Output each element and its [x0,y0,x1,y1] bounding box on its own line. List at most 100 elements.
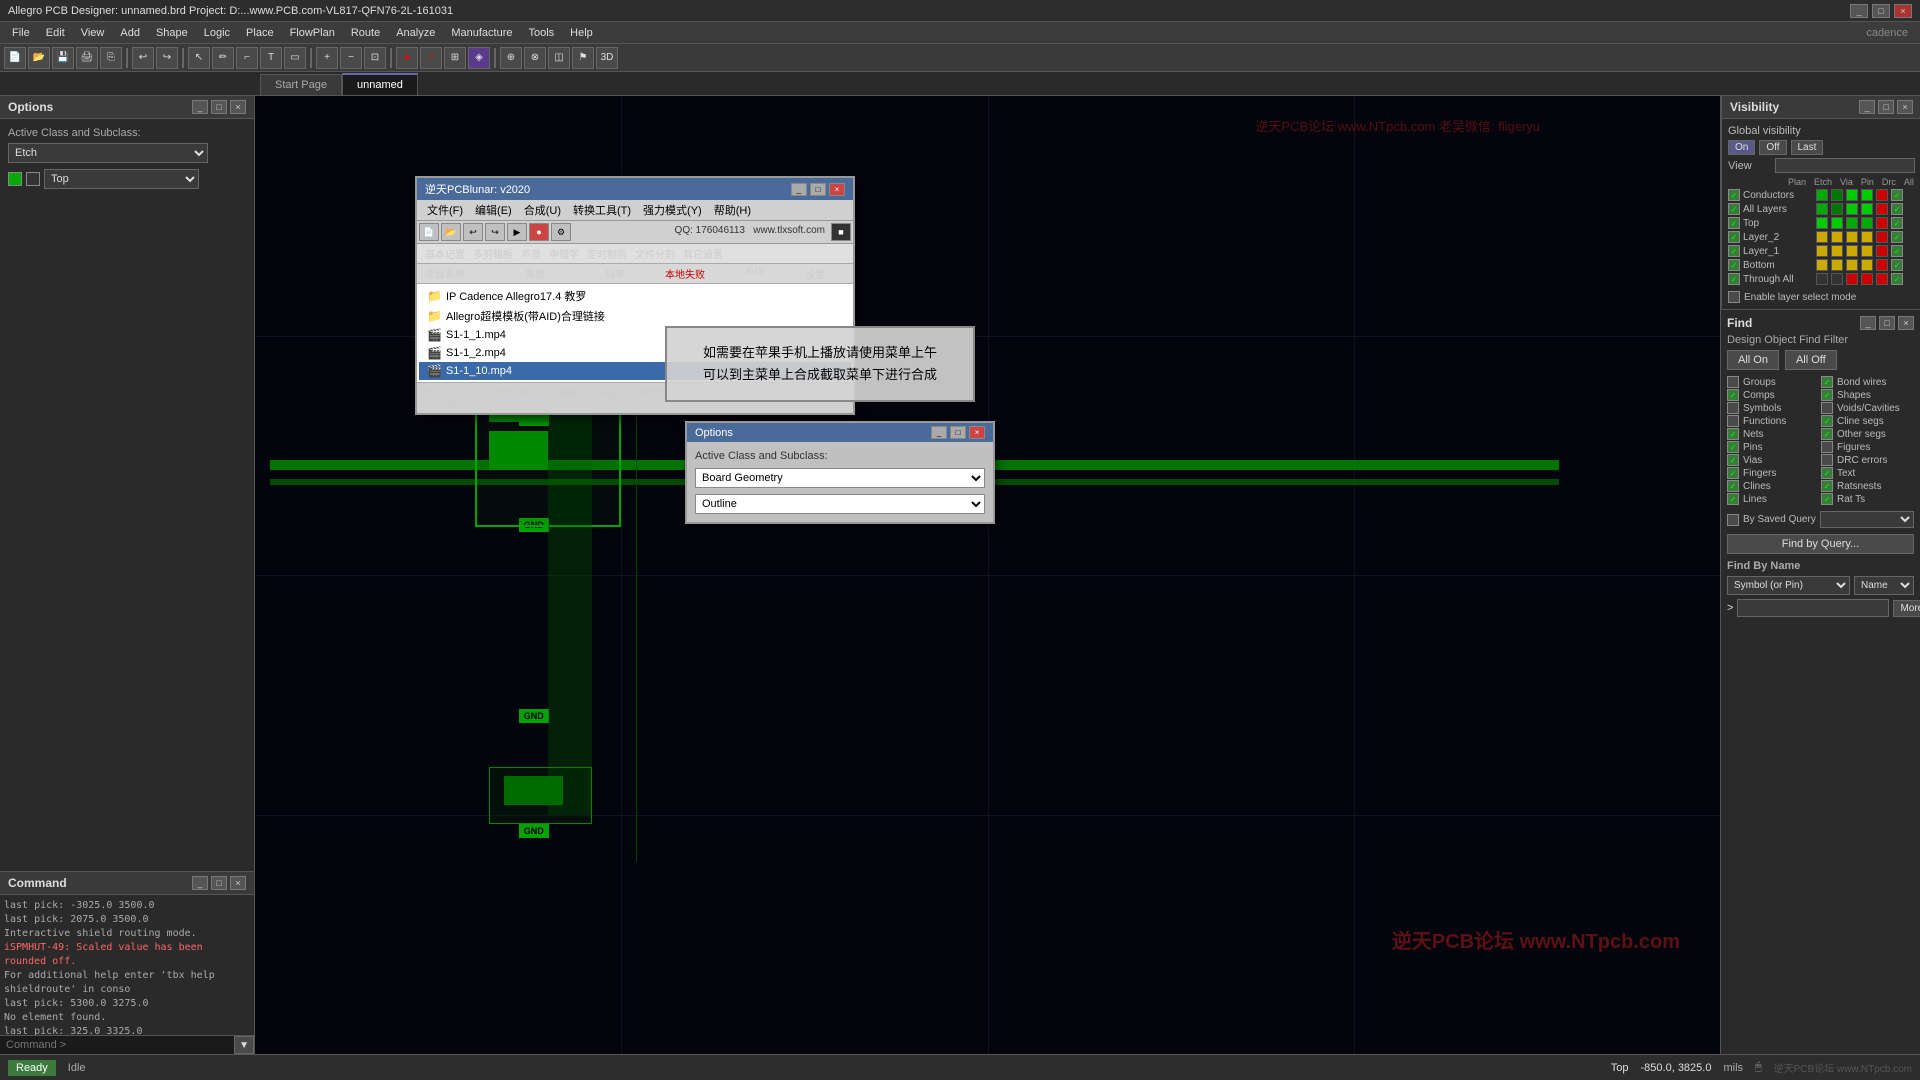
find-all-off[interactable]: All Off [1785,350,1837,370]
find-restore[interactable]: □ [1879,316,1895,330]
dialog-minimize[interactable]: _ [791,183,807,196]
undo-tool[interactable]: ↩ [132,47,154,69]
drc-check[interactable] [1821,454,1833,466]
sub-dialog-close[interactable]: × [969,426,985,439]
conductors-c1[interactable] [1816,189,1828,201]
dtool-6[interactable]: ● [529,223,549,241]
minimize-button[interactable]: _ [1850,4,1868,18]
menu-place[interactable]: Place [238,25,282,41]
wire-tool[interactable]: ⌐ [236,47,258,69]
conductors-c3[interactable] [1846,189,1858,201]
all-c2[interactable] [1831,203,1843,215]
dtool-4[interactable]: ↪ [485,223,505,241]
conductors-check[interactable]: ✓ [1728,189,1740,201]
list-item-1[interactable]: 📁 IP Cadence Allegro17.4 教罗 [419,286,851,306]
class-dropdown[interactable]: Etch [8,143,208,163]
symbol-or-pin-select[interactable]: Symbol (or Pin) [1727,576,1850,595]
pad-tool[interactable]: ⊗ [524,47,546,69]
circle-tool[interactable]: ● [396,47,418,69]
bond-wires-check[interactable]: ✓ [1821,376,1833,388]
zoom-out-tool[interactable]: − [340,47,362,69]
sub-dialog-minimize[interactable]: _ [931,426,947,439]
maximize-button[interactable]: □ [1872,4,1890,18]
text-tool[interactable]: T [260,47,282,69]
circle2-tool[interactable]: ○ [420,47,442,69]
sub-dialog-restore[interactable]: □ [950,426,966,439]
nav-timed[interactable]: 定时制剪 [587,246,627,261]
menu-analyze[interactable]: Analyze [388,25,443,41]
top-c1[interactable] [1816,217,1828,229]
l2-c1[interactable] [1816,231,1828,243]
bot-c1[interactable] [1816,259,1828,271]
figures-check[interactable] [1821,441,1833,453]
top-c4[interactable] [1861,217,1873,229]
nav-other[interactable]: 其它设置 [683,246,723,261]
saved-query-select[interactable] [1820,511,1914,528]
dtool-1[interactable]: 📄 [419,223,439,241]
find-by-query-btn[interactable]: Find by Query... [1727,534,1914,554]
menu-edit[interactable]: Edit [38,25,73,41]
menu-file[interactable]: File [4,25,38,41]
top-all-check[interactable]: ✓ [1891,217,1903,229]
zoom-in-tool[interactable]: + [316,47,338,69]
bot-c4[interactable] [1861,259,1873,271]
through-check[interactable]: ✓ [1728,273,1740,285]
redo-tool[interactable]: ↪ [156,47,178,69]
command-input[interactable] [0,1036,234,1054]
groups-check[interactable] [1727,376,1739,388]
global-vis-last[interactable]: Last [1791,140,1824,155]
l1-c1[interactable] [1816,245,1828,257]
open-tool[interactable]: 📂 [28,47,50,69]
all-layers-check[interactable]: ✓ [1728,203,1740,215]
enable-layer-check[interactable] [1728,291,1740,303]
nav-split[interactable]: 文件分割 [635,246,675,261]
all-c5[interactable] [1876,203,1888,215]
l2-c3[interactable] [1846,231,1858,243]
text-check[interactable]: ✓ [1821,467,1833,479]
dialog-menu-power[interactable]: 强力模式(Y) [637,201,708,219]
options-restore[interactable]: □ [211,100,227,114]
drc-tool[interactable]: ⚑ [572,47,594,69]
zoom-fit-tool[interactable]: ⊡ [364,47,386,69]
save-tool[interactable]: 💾 [52,47,74,69]
menu-add[interactable]: Add [112,25,148,41]
bot-c2[interactable] [1831,259,1843,271]
visibility-minimize[interactable]: _ [1859,100,1875,114]
layer2-check[interactable]: ✓ [1728,231,1740,243]
top-check[interactable]: ✓ [1728,217,1740,229]
via-tool[interactable]: ⊕ [500,47,522,69]
bot-c3[interactable] [1846,259,1858,271]
dtool-3[interactable]: ↩ [463,223,483,241]
layer1-all-check[interactable]: ✓ [1891,245,1903,257]
dtool-stop[interactable]: ■ [831,223,851,241]
dialog-menu-convert[interactable]: 转换工具(T) [567,201,637,219]
find-name-input[interactable] [1737,599,1889,617]
dtool-5[interactable]: ▶ [507,223,527,241]
pointer-tool[interactable]: ✏ [212,47,234,69]
3d-tool[interactable]: 3D [596,47,618,69]
th-c1[interactable] [1816,273,1828,285]
command-dropdown-btn[interactable]: ▼ [234,1036,254,1054]
all-c1[interactable] [1816,203,1828,215]
nav-subtitle[interactable]: 申错字 [549,246,579,261]
voids-check[interactable] [1821,402,1833,414]
dtool-2[interactable]: 📂 [441,223,461,241]
color-tool[interactable]: ◈ [468,47,490,69]
sub-dialog-dropdown[interactable]: Board Geometry [695,468,985,488]
pins-check[interactable]: ✓ [1727,441,1739,453]
menu-manufacture[interactable]: Manufacture [443,25,520,41]
th-c3[interactable] [1846,273,1858,285]
menu-help[interactable]: Help [562,25,601,41]
conductors-c5[interactable] [1876,189,1888,201]
vias-check[interactable]: ✓ [1727,454,1739,466]
select-tool[interactable]: ↖ [188,47,210,69]
more-btn[interactable]: More... [1893,600,1920,617]
other-segs-check[interactable]: ✓ [1821,428,1833,440]
dialog-close[interactable]: × [829,183,845,196]
view-input[interactable] [1775,158,1915,173]
command-minimize[interactable]: _ [192,876,208,890]
sub-options-dialog[interactable]: Options _ □ × Active Class and Subclass:… [685,421,995,524]
dialog-menu-help[interactable]: 帮助(H) [708,201,757,219]
symbols-check[interactable] [1727,402,1739,414]
tab-unnamed[interactable]: unnamed [342,73,418,95]
